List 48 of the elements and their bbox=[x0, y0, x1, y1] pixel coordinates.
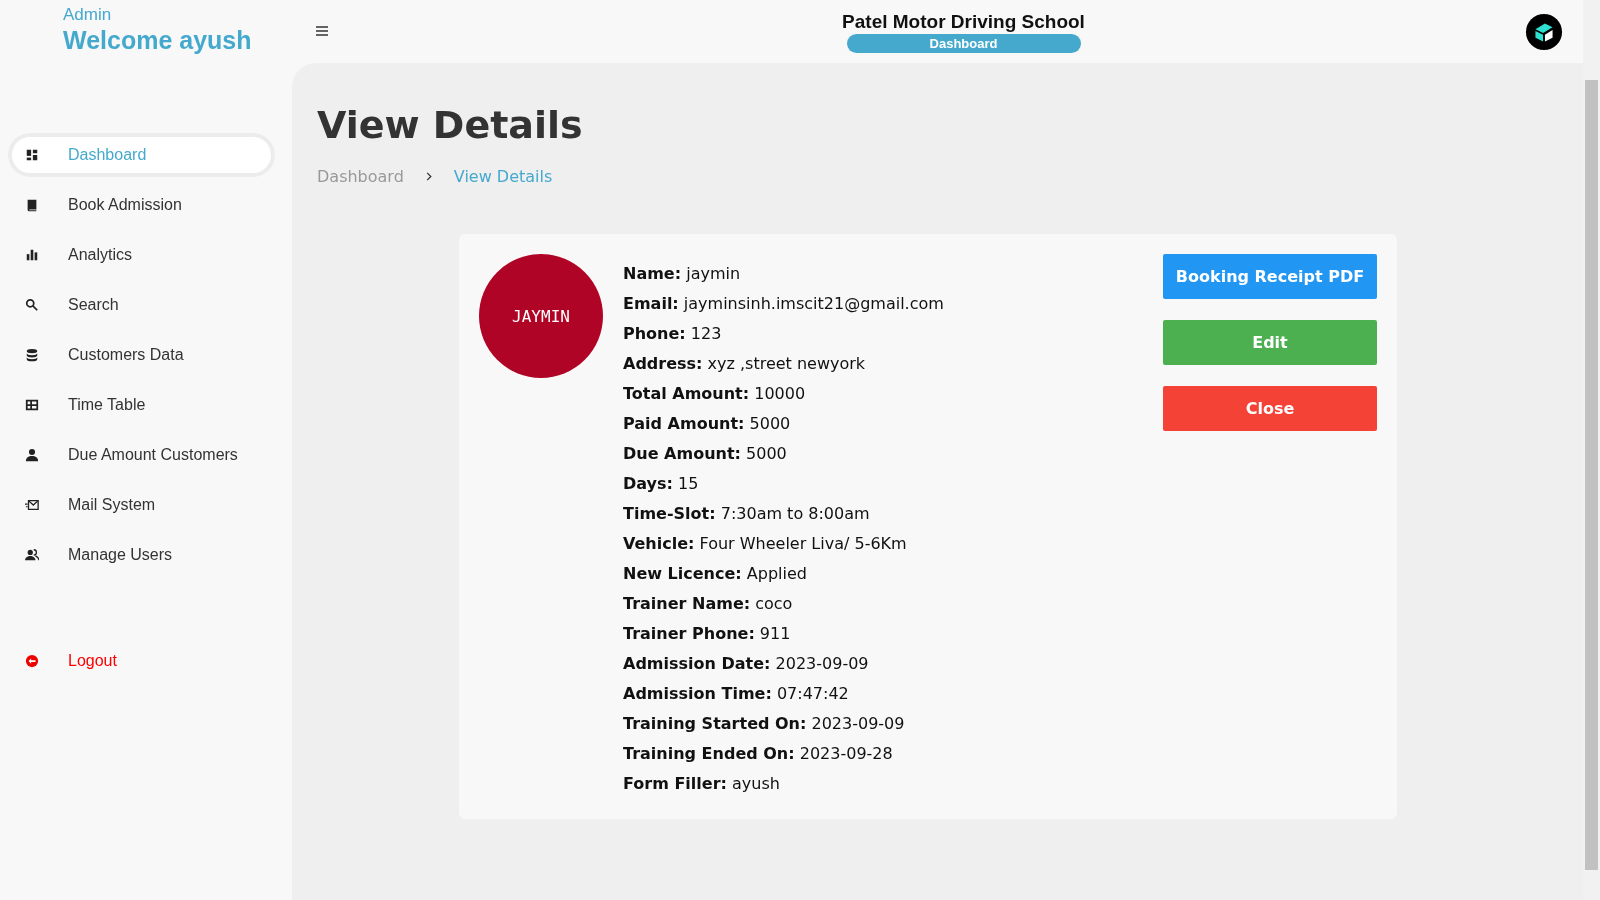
page-title: View Details bbox=[317, 103, 584, 147]
database-icon bbox=[25, 348, 39, 362]
detail-line: Training Started On: 2023-09-09 bbox=[623, 713, 906, 735]
detail-line: Time-Slot: 7:30am to 8:00am bbox=[623, 503, 871, 525]
sidebar-item[interactable]: Customers Data bbox=[8, 333, 275, 377]
detail-line: Address: xyz ,street newyork bbox=[623, 353, 867, 375]
exit-icon bbox=[25, 654, 39, 668]
sidebar-item[interactable]: Time Table bbox=[8, 383, 275, 427]
search-icon bbox=[25, 298, 39, 312]
page-badge: Dashboard bbox=[846, 33, 1081, 53]
table-icon bbox=[25, 398, 39, 412]
detail-line: Training Ended On: 2023-09-28 bbox=[623, 743, 894, 765]
person-icon bbox=[25, 448, 39, 462]
people-icon bbox=[25, 548, 39, 562]
book-icon bbox=[25, 198, 39, 212]
detail-line: Trainer Name: coco bbox=[623, 593, 794, 615]
app-title: Patel Motor Driving School bbox=[842, 10, 1085, 33]
detail-line: Vehicle: Four Wheeler Liva/ 5-6Km bbox=[623, 533, 908, 555]
detail-line: Email: jayminsinh.imscit21@gmail.com bbox=[623, 293, 945, 315]
sidebar-item[interactable]: Mail System bbox=[8, 483, 275, 527]
detail-line: Due Amount: 5000 bbox=[623, 443, 788, 465]
chevron-icon bbox=[425, 172, 432, 181]
logo-icon[interactable] bbox=[1525, 12, 1563, 51]
mail-icon bbox=[25, 498, 39, 512]
detail-line: Paid Amount: 5000 bbox=[623, 413, 792, 435]
menu-icon bbox=[316, 26, 328, 36]
sidebar-item[interactable]: Book Admission bbox=[8, 183, 275, 227]
bar-chart-icon bbox=[25, 248, 39, 262]
avatar: JAYMIN bbox=[479, 254, 603, 378]
welcome-heading: Welcome ayush bbox=[63, 26, 253, 55]
detail-line: Form Filler: ayush bbox=[623, 773, 781, 795]
sidebar-item[interactable]: Manage Users bbox=[8, 533, 275, 577]
scrollbar[interactable] bbox=[1583, 0, 1600, 900]
detail-line: Admission Time: 07:47:42 bbox=[623, 683, 850, 705]
role-label: Admin bbox=[63, 5, 113, 25]
sidebar-item[interactable]: Logout bbox=[8, 639, 275, 683]
detail-line: Admission Date: 2023-09-09 bbox=[623, 653, 870, 675]
grid-icon bbox=[25, 148, 39, 162]
detail-line: New Licence: Applied bbox=[623, 563, 808, 585]
sidebar-item[interactable]: Due Amount Customers bbox=[8, 433, 275, 477]
detail-line: Days: 15 bbox=[623, 473, 700, 495]
sidebar-item[interactable]: Analytics bbox=[8, 233, 275, 277]
sidebar-item[interactable]: Search bbox=[8, 283, 275, 327]
action-button[interactable]: Close bbox=[1163, 386, 1377, 431]
detail-line: Trainer Phone: 911 bbox=[623, 623, 792, 645]
detail-line: Phone: 123 bbox=[623, 323, 723, 345]
detail-line: Total Amount: 10000 bbox=[623, 383, 807, 405]
detail-line: Name: jaymin bbox=[623, 263, 742, 285]
